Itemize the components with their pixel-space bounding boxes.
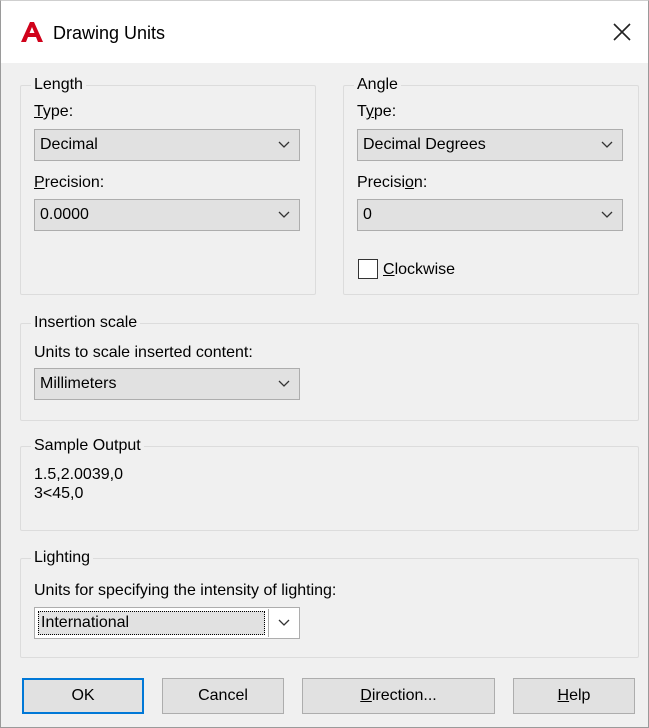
length-type-select[interactable]: Decimal bbox=[34, 129, 300, 161]
angle-type-select[interactable]: Decimal Degrees bbox=[357, 129, 623, 161]
angle-precision-label: Precision: bbox=[357, 174, 428, 191]
angle-legend: Angle bbox=[354, 76, 401, 94]
cancel-button[interactable]: Cancel bbox=[162, 678, 284, 714]
drawing-units-dialog: Drawing Units Length Type: Decimal Preci… bbox=[0, 0, 649, 728]
sample-output-line-1: 1.5,2.0039,0 bbox=[34, 466, 123, 483]
chevron-down-icon bbox=[269, 141, 299, 149]
chevron-down-icon bbox=[269, 211, 299, 219]
sample-output-line-2: 3<45,0 bbox=[34, 485, 84, 502]
insertion-units-value: Millimeters bbox=[40, 375, 117, 392]
insertion-units-select[interactable]: Millimeters bbox=[34, 368, 300, 400]
autocad-a-icon bbox=[21, 22, 43, 42]
clockwise-label[interactable]: Clockwise bbox=[383, 261, 455, 279]
angle-type-label: Type: bbox=[357, 103, 397, 120]
chevron-down-icon bbox=[592, 141, 622, 149]
angle-precision-select[interactable]: 0 bbox=[357, 199, 623, 231]
angle-type-value: Decimal Degrees bbox=[363, 136, 486, 153]
sample-output-group: Sample Output bbox=[20, 437, 639, 531]
window-title: Drawing Units bbox=[53, 23, 166, 43]
clockwise-checkbox[interactable] bbox=[358, 259, 378, 279]
ok-button[interactable]: OK bbox=[22, 678, 144, 714]
lighting-units-select[interactable]: International bbox=[34, 607, 300, 639]
insertion-units-label: Units to scale inserted content: bbox=[34, 344, 253, 361]
chevron-down-icon bbox=[269, 380, 299, 388]
angle-precision-value: 0 bbox=[363, 206, 372, 223]
title-bar: Drawing Units bbox=[1, 1, 648, 63]
length-precision-label: Precision: bbox=[34, 174, 105, 191]
lighting-legend: Lighting bbox=[31, 549, 94, 567]
length-type-label: Type: bbox=[34, 103, 74, 120]
direction-button[interactable]: Direction... bbox=[302, 678, 495, 714]
sample-output-legend: Sample Output bbox=[31, 437, 144, 455]
chevron-down-icon bbox=[269, 619, 299, 627]
length-precision-select[interactable]: 0.0000 bbox=[34, 199, 300, 231]
chevron-down-icon bbox=[592, 211, 622, 219]
lighting-units-label: Units for specifying the intensity of li… bbox=[34, 582, 337, 599]
close-icon bbox=[613, 23, 631, 41]
close-button[interactable] bbox=[604, 15, 640, 49]
focus-rect: International bbox=[38, 611, 265, 635]
lighting-units-value: International bbox=[41, 614, 130, 631]
length-legend: Length bbox=[31, 76, 86, 94]
length-precision-value: 0.0000 bbox=[40, 206, 89, 223]
length-type-value: Decimal bbox=[40, 136, 98, 153]
help-button[interactable]: Help bbox=[513, 678, 635, 714]
insertion-scale-legend: Insertion scale bbox=[31, 314, 141, 332]
